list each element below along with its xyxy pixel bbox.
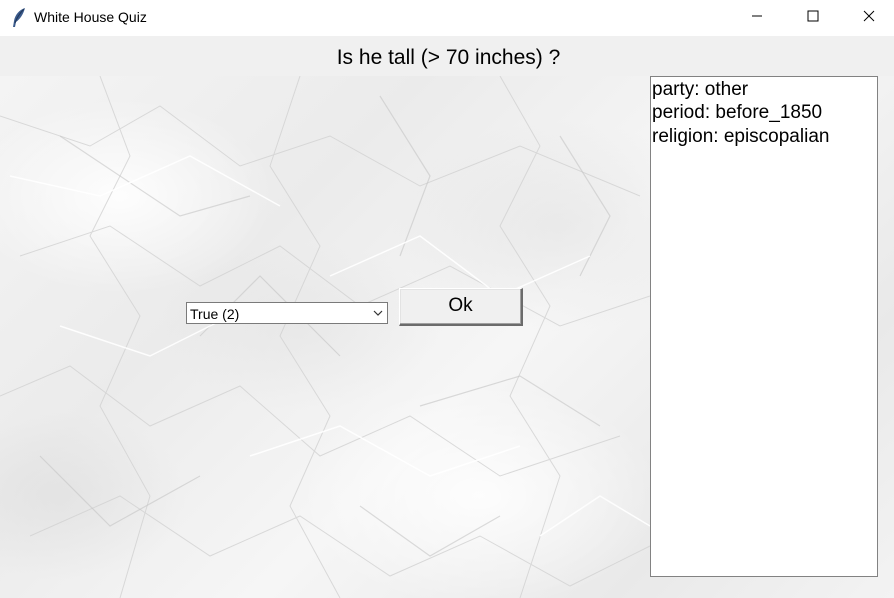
- ok-button[interactable]: Ok: [399, 288, 523, 326]
- chevron-down-icon[interactable]: [371, 306, 385, 320]
- maximize-button[interactable]: [790, 0, 836, 36]
- answer-selected-value: True (2): [190, 306, 240, 322]
- feather-icon: [10, 7, 28, 29]
- window-title: White House Quiz: [34, 9, 147, 25]
- title-bar[interactable]: White House Quiz: [0, 0, 894, 36]
- close-icon: [863, 9, 875, 27]
- list-item[interactable]: religion: episcopalian: [652, 125, 829, 149]
- minimize-icon: [751, 9, 763, 27]
- app-window: White House Quiz Is he tall (> 70 inches…: [0, 0, 894, 598]
- question-text: Is he tall (> 70 inches) ?: [336, 46, 561, 69]
- minimize-button[interactable]: [734, 0, 780, 36]
- answer-combobox[interactable]: True (2): [186, 302, 388, 324]
- list-item[interactable]: party: other: [652, 78, 748, 102]
- close-button[interactable]: [846, 0, 892, 36]
- question-header: Is he tall (> 70 inches) ?: [0, 36, 894, 76]
- list-item[interactable]: period: before_1850: [652, 101, 822, 125]
- facts-list[interactable]: party: other period: before_1850 religio…: [650, 76, 878, 577]
- maximize-icon: [807, 9, 819, 27]
